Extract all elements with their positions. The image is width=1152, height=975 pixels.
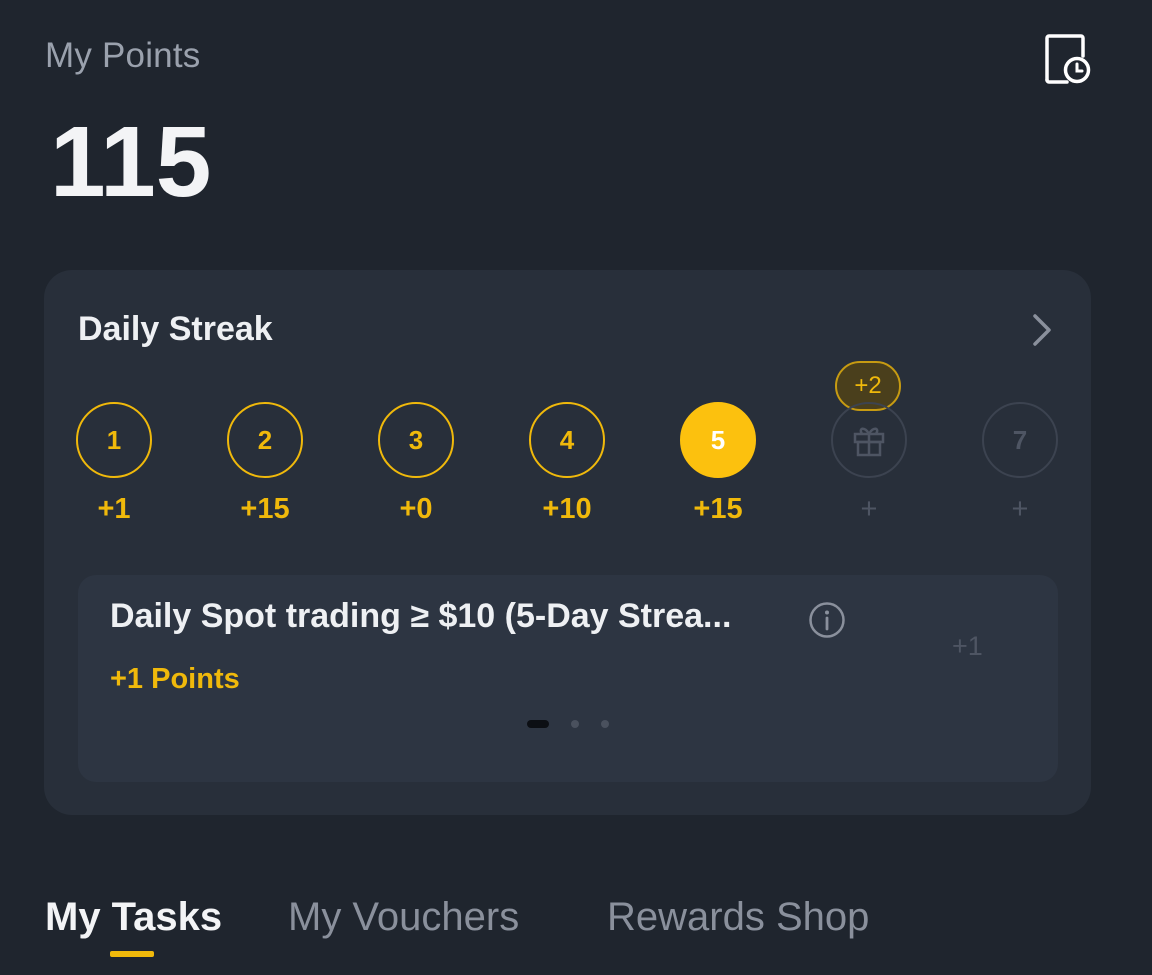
task-reward: +1 Points <box>110 663 240 695</box>
day-points: +15 <box>240 493 290 525</box>
day-circle: 4 <box>529 402 605 478</box>
day-circle-pending: 7 <box>982 402 1058 478</box>
day-circle-pending <box>831 402 907 478</box>
active-tab-indicator <box>110 951 154 957</box>
carousel-dot-active[interactable] <box>527 720 549 728</box>
carousel-dots <box>527 720 631 728</box>
day-points: +1 <box>97 493 131 525</box>
day-points: +15 <box>693 493 743 525</box>
day-circle: 3 <box>378 402 454 478</box>
daily-streak-title: Daily Streak <box>78 310 273 348</box>
history-icon <box>1045 34 1091 84</box>
streak-day-5: 5 +15 <box>680 402 756 526</box>
info-icon[interactable] <box>808 601 846 639</box>
tab-my-vouchers[interactable]: My Vouchers <box>288 895 519 940</box>
task-card[interactable]: Daily Spot trading ≥ $10 (5-Day Strea...… <box>78 575 1058 782</box>
streak-day-2: 2 +15 <box>227 402 303 526</box>
task-title: Daily Spot trading ≥ $10 (5-Day Strea... <box>110 597 732 635</box>
points-history-button[interactable] <box>1037 30 1097 90</box>
day-circle: 1 <box>76 402 152 478</box>
page-title: My Points <box>45 36 201 75</box>
streak-day-3: 3 +0 <box>378 402 454 526</box>
streak-day-7: 7 + <box>982 402 1058 526</box>
carousel-dot[interactable] <box>601 720 609 728</box>
day-points: +10 <box>542 493 592 525</box>
day-circle-active: 5 <box>680 402 756 478</box>
gift-icon <box>853 427 885 457</box>
day-points: +0 <box>399 493 433 525</box>
points-balance: 115 <box>50 106 212 218</box>
day-circle: 2 <box>227 402 303 478</box>
tab-my-tasks[interactable]: My Tasks <box>45 895 222 940</box>
chevron-right-icon[interactable] <box>1025 310 1059 350</box>
day-points: + <box>860 493 878 525</box>
streak-day-6: + <box>831 402 907 526</box>
carousel-dot[interactable] <box>571 720 579 728</box>
streak-day-1: 1 +1 <box>76 402 152 526</box>
daily-streak-card: Daily Streak +2 1 +1 2 +15 3 +0 4 +10 5 … <box>44 270 1091 815</box>
streak-day-4: 4 +10 <box>529 402 605 526</box>
tab-rewards-shop[interactable]: Rewards Shop <box>607 895 869 940</box>
day-points: + <box>1011 493 1029 525</box>
task-side-value: +1 <box>952 631 983 661</box>
